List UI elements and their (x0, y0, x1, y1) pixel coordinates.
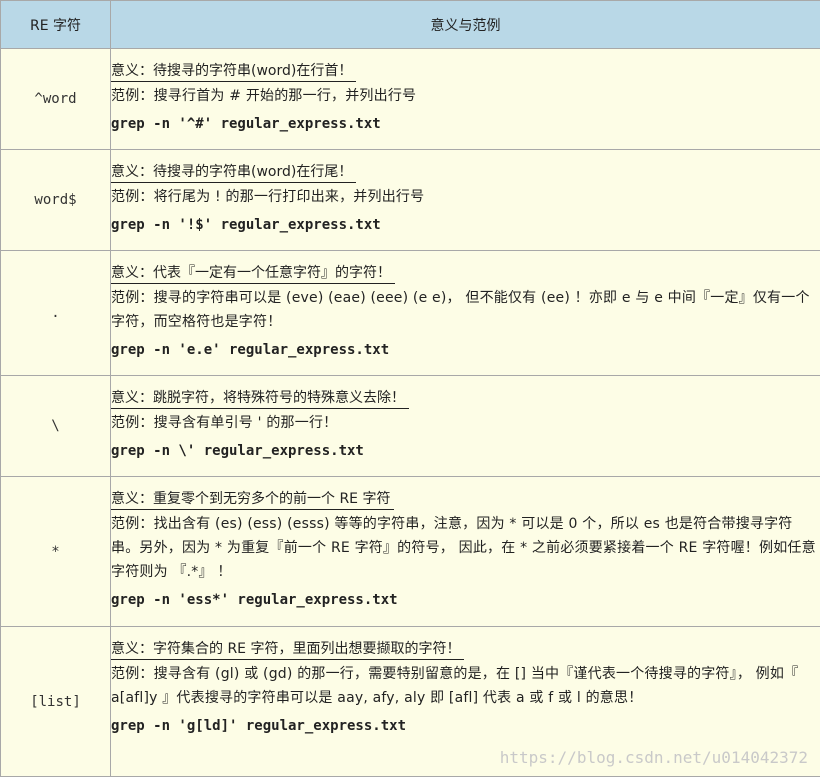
meaning-text: 意义：代表『一定有一个任意字符』的字符！ (111, 263, 395, 284)
re-symbol: word$ (1, 150, 111, 251)
description-cell: 意义：待搜寻的字符串(word)在行尾！ 范例：将行尾为 ! 的那一行打印出来，… (111, 150, 820, 251)
header-meaning-example: 意义与范例 (111, 1, 820, 49)
description-cell: 意义：待搜寻的字符串(word)在行首！ 范例：搜寻行首为 # 开始的那一行，并… (111, 49, 820, 150)
re-symbol: [list] (1, 627, 111, 777)
example-text: 范例：搜寻的字符串可以是 (eve) (eae) (eee) (e e)， 但不… (111, 286, 820, 334)
re-symbol: . (1, 251, 111, 376)
command-text: grep -n '^#' regular_express.txt (111, 114, 820, 134)
table-header-row: RE 字符 意义与范例 (1, 1, 820, 49)
re-symbol: ^word (1, 49, 111, 150)
table-row: ^word 意义：待搜寻的字符串(word)在行首！ 范例：搜寻行首为 # 开始… (1, 49, 820, 150)
example-text: 范例：搜寻含有 (gl) 或 (gd) 的那一行，需要特别留意的是，在 [] 当… (111, 662, 820, 710)
description-cell: 意义：字符集合的 RE 字符，里面列出想要撷取的字符！ 范例：搜寻含有 (gl)… (111, 627, 820, 777)
meaning-text: 意义：重复零个到无穷多个的前一个 RE 字符 (111, 489, 394, 510)
header-re-char: RE 字符 (1, 1, 111, 49)
regex-reference-table: RE 字符 意义与范例 ^word 意义：待搜寻的字符串(word)在行首！ 范… (0, 0, 820, 777)
example-text: 范例：找出含有 (es) (ess) (esss) 等等的字符串，注意，因为 *… (111, 512, 820, 584)
table-row: \ 意义：跳脱字符，将特殊符号的特殊意义去除！ 范例：搜寻含有单引号 ' 的那一… (1, 376, 820, 477)
description-cell: 意义：跳脱字符，将特殊符号的特殊意义去除！ 范例：搜寻含有单引号 ' 的那一行！… (111, 376, 820, 477)
table-row: [list] 意义：字符集合的 RE 字符，里面列出想要撷取的字符！ 范例：搜寻… (1, 627, 820, 777)
table-row: * 意义：重复零个到无穷多个的前一个 RE 字符 范例：找出含有 (es) (e… (1, 477, 820, 627)
example-text: 范例：将行尾为 ! 的那一行打印出来，并列出行号 (111, 185, 820, 209)
table-row: word$ 意义：待搜寻的字符串(word)在行尾！ 范例：将行尾为 ! 的那一… (1, 150, 820, 251)
command-text: grep -n 'g[ld]' regular_express.txt (111, 716, 820, 736)
description-cell: 意义：代表『一定有一个任意字符』的字符！ 范例：搜寻的字符串可以是 (eve) … (111, 251, 820, 376)
re-symbol: \ (1, 376, 111, 477)
re-symbol: * (1, 477, 111, 627)
command-text: grep -n 'e.e' regular_express.txt (111, 340, 820, 360)
example-text: 范例：搜寻行首为 # 开始的那一行，并列出行号 (111, 84, 820, 108)
description-cell: 意义：重复零个到无穷多个的前一个 RE 字符 范例：找出含有 (es) (ess… (111, 477, 820, 627)
meaning-text: 意义：跳脱字符，将特殊符号的特殊意义去除！ (111, 388, 409, 409)
command-text: grep -n 'ess*' regular_express.txt (111, 590, 820, 610)
meaning-text: 意义：待搜寻的字符串(word)在行首！ (111, 61, 356, 82)
command-text: grep -n '!$' regular_express.txt (111, 215, 820, 235)
command-text: grep -n \' regular_express.txt (111, 441, 820, 461)
table-row: . 意义：代表『一定有一个任意字符』的字符！ 范例：搜寻的字符串可以是 (eve… (1, 251, 820, 376)
meaning-text: 意义：待搜寻的字符串(word)在行尾！ (111, 162, 356, 183)
example-text: 范例：搜寻含有单引号 ' 的那一行！ (111, 411, 820, 435)
meaning-text: 意义：字符集合的 RE 字符，里面列出想要撷取的字符！ (111, 639, 464, 660)
